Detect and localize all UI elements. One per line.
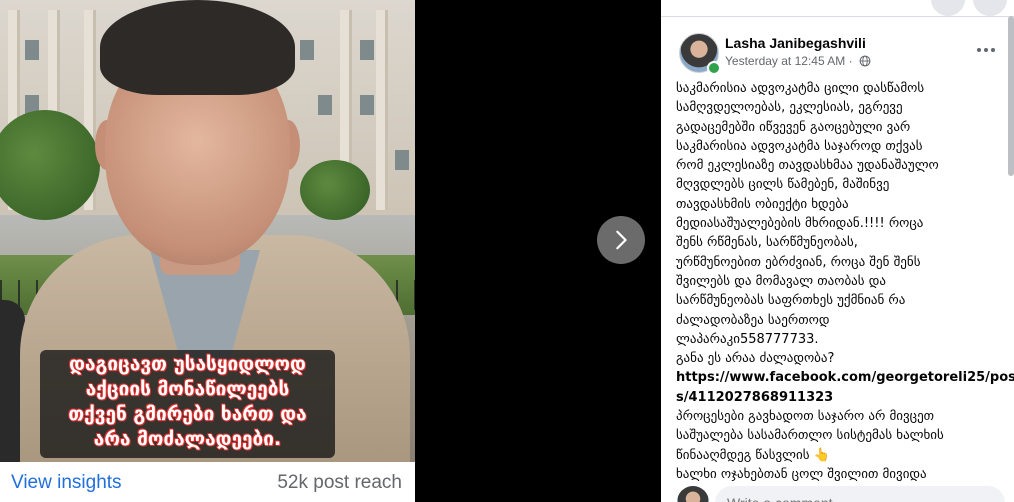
post-line: ძალადობაზეა საერთოდ — [676, 312, 830, 328]
top-action-button[interactable] — [973, 0, 1007, 16]
post-line: ლაპარაკი558777733. — [676, 331, 819, 347]
post-line: მედიასაშუალებების მხრიდან.!!!! როცა — [676, 216, 924, 232]
post-line: გადაცემებში იწვევენ გაოცებული ვარ — [676, 119, 911, 135]
dot-icon — [984, 48, 988, 52]
tree — [300, 160, 370, 220]
post-text: საკმარისია ადვოკატმა ცილი დასწამოს სამღვ… — [676, 79, 1014, 484]
panel-topbar — [661, 0, 1014, 17]
comment-composer — [661, 480, 1014, 502]
dot-icon — [977, 48, 981, 52]
dot-icon — [991, 48, 995, 52]
post-line: შვილებს და მომავალ თაობას და — [676, 273, 886, 289]
globe-icon — [859, 55, 871, 67]
online-status-dot — [707, 61, 721, 75]
post-line: მღვდლებს ცილს წამებენ, მაშინვე — [676, 177, 890, 193]
speaker-hair — [100, 0, 295, 95]
post-link[interactable]: https://www.facebook.com/georgetoreli25/… — [676, 368, 1014, 387]
post-reach: 52k post reach — [277, 472, 402, 493]
post-line: საშუალება სასამართლო სისტემას ხალხის — [676, 428, 944, 444]
chevron-right-icon — [616, 230, 627, 250]
post-line: წინააღმდეგ წასვლის 👆 — [676, 447, 830, 463]
video-frame[interactable]: დაგიცავთ უსასყიდლოდ აქციის მონაწილეებს თ… — [0, 0, 415, 462]
more-options-button[interactable] — [974, 40, 998, 60]
scrollbar[interactable] — [1008, 16, 1014, 176]
post-line: სამღვდელოებას, ეკლესიას, ეგრევე — [676, 100, 903, 116]
post-link[interactable]: s/4112027868911323 — [676, 388, 1006, 407]
comment-input[interactable] — [715, 486, 1005, 502]
view-insights-link[interactable]: View insights — [11, 472, 122, 494]
commenter-avatar — [677, 486, 709, 502]
timestamp-text[interactable]: Yesterday at 12:45 AM · — [725, 54, 853, 68]
post-line: პროცესები გავხადოთ საჯარო არ მივცეთ — [676, 409, 935, 425]
post-line: რომ ეკლესიაზე თავდასხმაა უდანაშაულო — [676, 158, 939, 174]
post-timestamp[interactable]: Yesterday at 12:45 AM · — [725, 54, 871, 68]
post-line: განა ეს არაა ძალადობა? — [676, 351, 835, 367]
author-name[interactable]: Lasha Janibegashvili — [725, 35, 866, 51]
media-viewer: დაგიცავთ უსასყიდლოდ აქციის მონაწილეებს თ… — [0, 0, 415, 502]
post-line: შენს რწმენას, სარწმუნეობას, — [676, 235, 858, 251]
next-media-button[interactable] — [597, 216, 645, 264]
post-line: თავდასხმის ობიექტი ხდება — [676, 196, 849, 212]
post-panel: Lasha Janibegashvili Yesterday at 12:45 … — [661, 0, 1014, 502]
post-line: ურწმუნოებით ებრძვიან, როცა შენ შენს — [676, 254, 921, 270]
post-line: საკმარისია ადვოკატმა ცილი დასწამოს — [676, 81, 925, 96]
post-line: სარწმუნეობას საფრთხეს უქმნიან რა — [676, 293, 906, 309]
post-line: საკმარისია ადვოკატმა საჯაროდ თქვას — [676, 138, 923, 154]
video-caption: დაგიცავთ უსასყიდლოდ აქციის მონაწილეებს თ… — [68, 353, 307, 450]
top-action-button[interactable] — [931, 0, 965, 16]
